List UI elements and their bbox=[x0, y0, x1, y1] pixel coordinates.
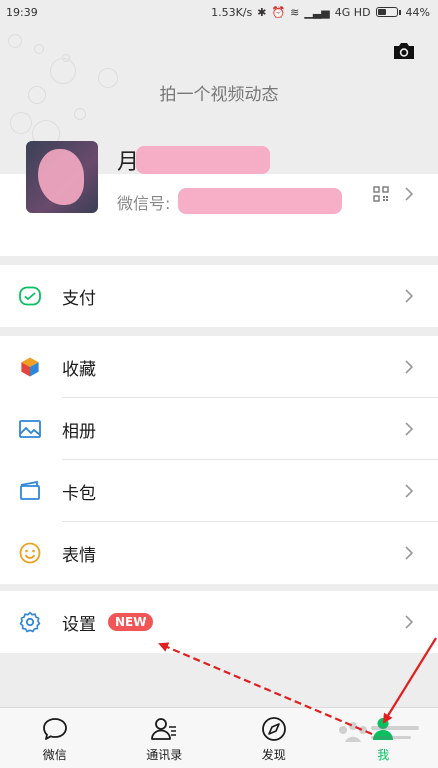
cube-icon bbox=[20, 356, 40, 378]
clock: 19:39 bbox=[6, 5, 38, 19]
contacts-icon bbox=[151, 718, 177, 740]
menu-label: 卡包 bbox=[62, 483, 96, 504]
moment-hint[interactable]: 拍一个视频动态 bbox=[0, 80, 438, 105]
menu-group-pay: 支付 bbox=[0, 265, 438, 327]
tab-label: 通讯录 bbox=[146, 748, 183, 762]
new-badge: NEW bbox=[108, 613, 154, 631]
menu-label: 支付 bbox=[62, 288, 96, 309]
menu-label: 相册 bbox=[62, 421, 96, 442]
menu-label: 表情 bbox=[62, 545, 96, 566]
image-icon bbox=[19, 420, 41, 438]
redaction-mark bbox=[38, 149, 84, 205]
decor-bubble bbox=[62, 54, 70, 62]
battery-icon bbox=[375, 7, 401, 17]
chevron-right-icon bbox=[405, 484, 414, 498]
card-icon bbox=[20, 480, 40, 500]
chevron-right-icon bbox=[405, 546, 414, 560]
menu-group-main: 收藏 相册 卡包 表情 bbox=[0, 336, 438, 584]
tab-contacts[interactable]: 通讯录 bbox=[110, 708, 220, 768]
chat-icon bbox=[42, 718, 67, 740]
tab-me[interactable]: 我 bbox=[329, 708, 438, 768]
network-type: 4G HD bbox=[334, 5, 371, 19]
net-speed: 1.53K/s bbox=[211, 5, 253, 19]
redaction-mark bbox=[178, 188, 342, 214]
menu-item-favorites[interactable]: 收藏 bbox=[0, 336, 438, 398]
wifi-icon: ≋ bbox=[290, 5, 300, 19]
chevron-right-icon bbox=[405, 187, 414, 201]
status-indicators: 1.53K/s ✱ ⏰ ≋ ▁▃▅ 4G HD 44% bbox=[211, 6, 430, 19]
compass-icon bbox=[261, 717, 286, 741]
decor-bubble bbox=[34, 44, 44, 54]
menu-label: 收藏 bbox=[62, 359, 96, 380]
chevron-right-icon bbox=[405, 289, 414, 303]
wallet-icon bbox=[19, 286, 41, 306]
tab-discover[interactable]: 发现 bbox=[219, 708, 329, 768]
tab-label: 我 bbox=[377, 748, 390, 762]
alarm-icon: ⏰ bbox=[271, 5, 286, 19]
tab-label: 发现 bbox=[261, 748, 286, 762]
menu-item-stickers[interactable]: 表情 bbox=[0, 522, 438, 584]
smile-icon bbox=[19, 542, 41, 564]
gear-icon bbox=[19, 611, 41, 633]
status-bar: 19:39 1.53K/s ✱ ⏰ ≋ ▁▃▅ 4G HD 44% bbox=[0, 0, 438, 24]
avatar[interactable] bbox=[26, 141, 98, 213]
chevron-right-icon bbox=[405, 422, 414, 436]
bluetooth-icon: ✱ bbox=[257, 5, 267, 19]
decor-bubble bbox=[8, 34, 22, 48]
decor-bubble bbox=[10, 112, 32, 134]
menu-item-album[interactable]: 相册 bbox=[0, 398, 438, 460]
camera-icon[interactable] bbox=[392, 41, 416, 61]
qr-code-icon[interactable] bbox=[373, 186, 389, 202]
decor-bubble bbox=[74, 108, 86, 120]
battery-percent: 44% bbox=[405, 5, 430, 19]
menu-label: 设置 bbox=[62, 614, 96, 635]
menu-item-cards[interactable]: 卡包 bbox=[0, 460, 438, 522]
signal-icon: ▁▃▅ bbox=[304, 5, 330, 19]
redaction-mark bbox=[136, 146, 270, 174]
chevron-right-icon bbox=[405, 360, 414, 374]
menu-item-settings[interactable]: 设置 NEW bbox=[0, 591, 438, 653]
bottom-tab-bar: 微信 通讯录 发现 我 bbox=[0, 707, 438, 768]
me-icon bbox=[373, 718, 394, 740]
tab-chats[interactable]: 微信 bbox=[0, 708, 110, 768]
wechat-id-label: 微信号: bbox=[117, 194, 171, 213]
menu-group-settings: 设置 NEW bbox=[0, 591, 438, 653]
chevron-right-icon bbox=[405, 615, 414, 629]
tab-label: 微信 bbox=[42, 748, 67, 762]
menu-item-pay[interactable]: 支付 bbox=[0, 265, 438, 327]
